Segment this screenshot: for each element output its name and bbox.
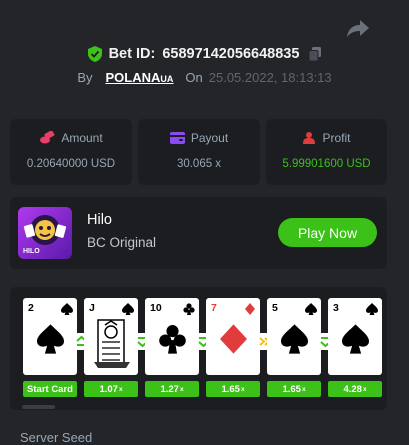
spade-icon bbox=[281, 324, 308, 354]
multiplier-unit: x bbox=[118, 385, 123, 393]
card-rank: J bbox=[89, 302, 95, 314]
shield-check-icon bbox=[87, 46, 102, 62]
share-icon[interactable] bbox=[346, 18, 370, 38]
card-rank: 5 bbox=[272, 302, 278, 314]
card-rank: 7 bbox=[211, 302, 217, 314]
multiplier-tag: Start Card bbox=[23, 381, 77, 397]
multiplier-value: 1.27 bbox=[160, 383, 179, 395]
card-rank: 3 bbox=[333, 302, 339, 314]
spade-icon bbox=[342, 324, 369, 354]
card-6: 3 bbox=[328, 298, 382, 375]
multiplier-unit: x bbox=[301, 385, 306, 393]
multiplier-value: 1.65 bbox=[221, 383, 240, 395]
card-3: 10 bbox=[145, 298, 199, 375]
card-rank: 2 bbox=[28, 302, 34, 314]
spade-icon bbox=[37, 324, 64, 354]
bet-date: 25.05.2022, 18:13:13 bbox=[208, 69, 332, 85]
card-rank: 10 bbox=[150, 302, 162, 314]
club-icon bbox=[159, 325, 186, 354]
profit-label: Profit bbox=[322, 131, 351, 145]
horizontal-scrollbar[interactable] bbox=[22, 405, 55, 409]
card-1: 2 bbox=[23, 298, 77, 375]
bet-id-row: Bet ID: 65897142056648835 bbox=[0, 44, 409, 64]
game-provider: BC Original bbox=[87, 235, 157, 250]
multiplier-tag: 1.27 x bbox=[145, 381, 199, 397]
spade-icon bbox=[366, 303, 378, 315]
multiplier-tag: 4.28 x bbox=[328, 381, 382, 397]
profit-stat: Profit 5.99901600 USD bbox=[266, 119, 387, 185]
amount-value: 0.20640000 USD bbox=[26, 158, 116, 170]
spade-icon bbox=[305, 303, 317, 315]
card-4: 7 bbox=[206, 298, 260, 375]
hilo-logo[interactable]: HILO bbox=[18, 207, 72, 259]
payout-label: Payout bbox=[190, 131, 229, 145]
bet-id-label: Bet ID: bbox=[108, 46, 156, 62]
jack-face-icon bbox=[94, 319, 130, 368]
game-title: Hilo bbox=[87, 212, 112, 228]
game-info-panel: HILO Hilo BC Original Play Now bbox=[10, 197, 387, 269]
play-now-button[interactable]: Play Now bbox=[278, 218, 377, 247]
copy-icon[interactable] bbox=[309, 47, 322, 61]
card-2: J bbox=[84, 298, 138, 375]
club-icon bbox=[183, 303, 195, 315]
hilo-logo-text: HILO bbox=[23, 248, 40, 255]
multiplier-value: 1.65 bbox=[282, 383, 301, 395]
wallet-icon bbox=[169, 132, 185, 144]
spade-icon bbox=[61, 303, 73, 315]
profit-value: 5.99901600 USD bbox=[282, 158, 371, 170]
by-label: By bbox=[77, 69, 93, 85]
multiplier-value: 1.07 bbox=[99, 383, 118, 395]
card-5: 5 bbox=[267, 298, 321, 375]
server-seed-label: Server Seed bbox=[20, 430, 93, 445]
bet-author-row: By POLANAUA On 25.05.2022, 18:13:13 bbox=[0, 68, 409, 86]
diamond-icon bbox=[220, 324, 247, 354]
bet-id-value: 65897142056648835 bbox=[162, 46, 300, 62]
multiplier-unit: x bbox=[362, 385, 367, 393]
payout-stat: Payout 30.065 x bbox=[138, 119, 260, 185]
multiplier-value: 4.28 bbox=[343, 383, 362, 395]
multiplier-unit: x bbox=[179, 385, 184, 393]
multiplier-unit: x bbox=[240, 385, 245, 393]
money-bag-icon bbox=[303, 132, 316, 144]
multiplier-tag: 1.07 x bbox=[84, 381, 138, 397]
coins-icon bbox=[40, 131, 55, 144]
multiplier-value: Start Card bbox=[27, 383, 73, 395]
user-name: POLANA bbox=[105, 69, 161, 85]
user-suffix: UA bbox=[160, 73, 174, 84]
on-label: On bbox=[185, 69, 203, 85]
cards-history-panel[interactable]: 2 J 10 7 5 3 Start Card 1.07 x 1.27 x 1.… bbox=[10, 287, 387, 410]
user-link[interactable]: POLANAUA bbox=[106, 70, 174, 85]
payout-value: 30.065 x bbox=[176, 158, 222, 170]
amount-label: Amount bbox=[61, 131, 103, 145]
multiplier-tag: 1.65 x bbox=[267, 381, 321, 397]
diamond-icon bbox=[245, 303, 255, 315]
multiplier-tag: 1.65 x bbox=[206, 381, 260, 397]
amount-stat: Amount 0.20640000 USD bbox=[10, 119, 132, 185]
